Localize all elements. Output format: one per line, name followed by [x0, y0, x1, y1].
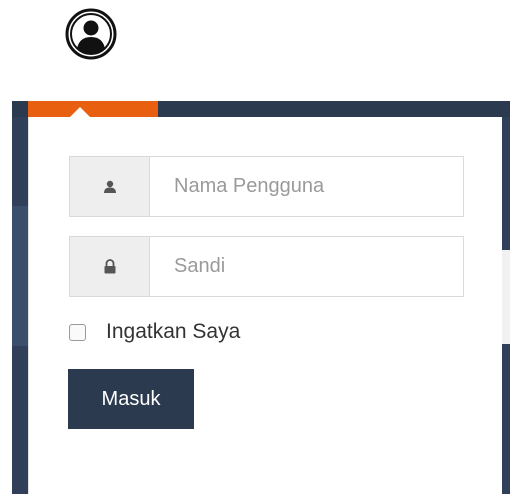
lock-icon: [70, 237, 150, 296]
background-panel: [12, 206, 28, 346]
login-dropdown: Ingatkan Saya Masuk: [28, 117, 502, 494]
username-input-group: [69, 156, 464, 217]
user-circle-icon[interactable]: [65, 8, 117, 60]
user-icon: [70, 157, 150, 216]
remember-me-checkbox[interactable]: [69, 323, 86, 341]
remember-me: Ingatkan Saya: [69, 320, 240, 344]
password-input-group: [69, 236, 464, 297]
dropdown-caret: [70, 107, 90, 117]
password-field[interactable]: [150, 237, 463, 296]
page: Ingatkan Saya Masuk: [0, 0, 510, 494]
background-panel-right: [502, 250, 510, 344]
login-button[interactable]: Masuk: [68, 369, 194, 429]
remember-me-label: Ingatkan Saya: [106, 320, 241, 343]
username-field[interactable]: [150, 157, 463, 216]
navbar-accent: [28, 101, 158, 117]
